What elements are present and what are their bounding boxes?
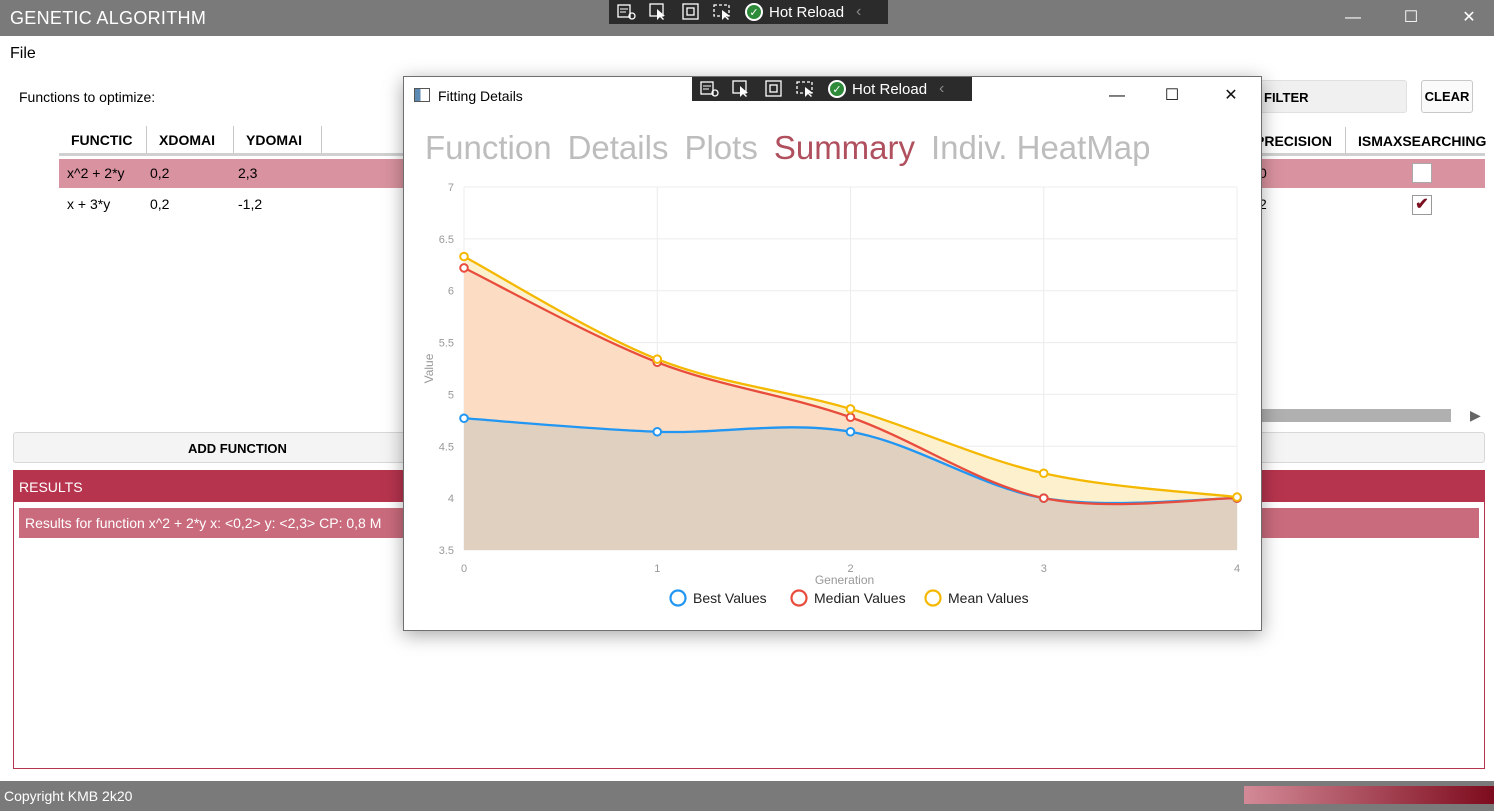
legend-label-median-values: Median Values [814,590,906,606]
x-tick-label: 3 [1041,563,1047,575]
cell-function: x^2 + 2*y [67,165,125,181]
x-tick-label: 1 [654,563,660,575]
column-header-ismaxsearching[interactable]: ISMAXSEARCHING [1358,133,1486,149]
y-tick-label: 5 [448,389,454,401]
data-point-best-values [652,426,663,437]
y-tick-label: 3.5 [439,545,454,557]
add-function-label: ADD FUNCTION [188,441,287,456]
data-point-median-values [1038,493,1049,503]
filter-input[interactable]: FILTER [1255,80,1407,113]
legend-label-best-values: Best Values [693,590,767,606]
fitting-details-dialog: Fitting Details — ☐ ✕ Function Details P… [403,76,1262,631]
menu-file[interactable]: File [10,45,36,63]
live-visual-tree-icon[interactable] [700,80,720,98]
ismaxsearching-checkbox[interactable] [1412,163,1432,183]
collapse-toolbar-icon[interactable]: ‹ [939,80,944,98]
x-tick-label: 4 [1234,563,1240,575]
select-element-icon[interactable] [649,3,669,21]
data-point-mean-values [1038,468,1049,479]
minimize-button[interactable]: — [1335,6,1371,30]
y-axis-title: Value [422,353,436,383]
live-visual-tree-icon[interactable] [617,3,637,21]
series-area-best-values [464,418,1237,550]
clear-button[interactable]: CLEAR [1421,80,1473,113]
display-adorners-icon[interactable] [764,80,784,98]
hot-reload-status-icon: ✓ [828,80,846,98]
legend-label-mean-values: Mean Values [948,590,1029,606]
display-adorners-icon[interactable] [681,3,701,21]
hot-reload-label: Hot Reload [769,3,845,21]
maximize-button[interactable]: ☐ [1393,6,1429,30]
track-focus-icon[interactable] [796,80,816,98]
hot-reload-status-icon: ✓ [745,3,763,21]
tab-details[interactable]: Details [568,129,669,167]
y-tick-label: 6.5 [439,234,454,246]
collapse-toolbar-icon[interactable]: ‹ [856,3,861,21]
window-app-icon [414,88,430,102]
scroll-right-icon[interactable]: ▶ [1470,407,1481,424]
y-tick-label: 4 [448,493,454,505]
dialog-maximize-button[interactable]: ☐ [1157,85,1187,107]
grid-header: FUNCTIC XDOMAI YDOMAI [59,126,322,154]
summary-chart: 3.544.555.566.570 1 2 3 4GenerationValueBest… [422,182,1242,607]
cell-ydomain: 2,3 [238,165,258,181]
cell-function: x + 3*y [67,196,111,212]
data-point-best-values [459,413,469,424]
status-progress-bar [1244,786,1494,804]
column-header-xdomain[interactable]: XDOMAI [147,126,234,154]
tab-plots[interactable]: Plots [684,129,757,167]
data-point-mean-values [845,404,856,414]
data-point-median-values [459,263,469,273]
app-title: GENETIC ALGORITHM [10,8,207,28]
column-divider [1345,127,1346,154]
select-element-icon[interactable] [732,80,752,98]
close-button[interactable]: ✕ [1451,6,1487,30]
cell-xdomain: 0,2 [150,165,170,181]
y-tick-label: 4.5 [439,441,454,453]
dialog-minimize-button[interactable]: — [1102,85,1132,107]
ismaxsearching-checkbox[interactable]: ✔ [1412,195,1432,215]
tab-bar: Function Details Plots Summary Indiv. He… [425,129,1151,167]
cell-ydomain: -1,2 [238,196,263,212]
data-point-mean-values [652,354,663,364]
dialog-close-button[interactable]: ✕ [1216,85,1246,107]
data-point-median-values [845,412,856,423]
hot-reload-label: Hot Reload [852,80,928,98]
dialog-title: Fitting Details [438,88,523,104]
copyright-text: Copyright KMB 2k20 [4,788,133,804]
hot-reload-toolbar: ✓ Hot Reload ‹ [609,0,888,24]
dialog-hot-reload-toolbar: ✓ Hot Reload ‹ [692,77,972,101]
data-point-best-values [845,426,856,437]
functions-label: Functions to optimize: [19,89,156,105]
x-tick-label: 0 [461,563,467,575]
tab-function[interactable]: Function [425,129,552,167]
track-focus-icon[interactable] [713,3,733,21]
horizontal-scrollbar-thumb[interactable] [1262,409,1451,422]
y-tick-label: 6 [448,286,454,298]
data-point-mean-values [1232,492,1242,502]
legend-marker-best-values [669,589,687,607]
data-point-mean-values [459,251,469,262]
y-tick-label: 7 [448,182,454,194]
y-tick-label: 5.5 [439,338,454,350]
cell-xdomain: 0,2 [150,196,170,212]
column-header-precision[interactable]: PRECISION [1255,133,1332,149]
legend-marker-mean-values [924,589,942,607]
column-header-function[interactable]: FUNCTIC [59,126,147,154]
tab-indiv-heatmap[interactable]: Indiv. HeatMap [931,129,1151,167]
x-axis-title: Generation [815,573,874,587]
column-header-ydomain[interactable]: YDOMAI [234,126,322,154]
legend-marker-median-values [790,589,808,607]
tab-summary[interactable]: Summary [774,129,915,167]
